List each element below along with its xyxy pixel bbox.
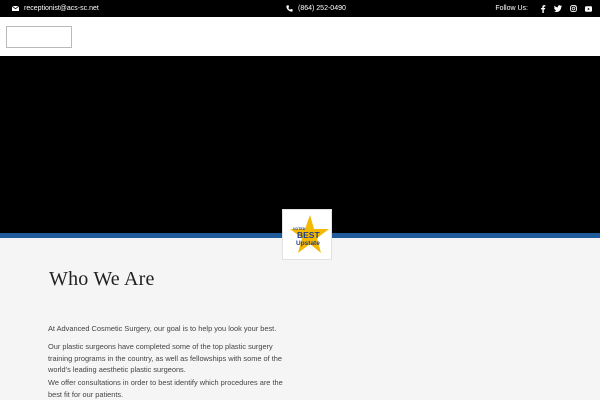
consultations-paragraph: We offer consultations in order to best … [48,378,283,399]
top-bar: receptionist@acs-sc.net (864) 252-0490 F… [0,0,600,17]
best-of-upstate-badge: VOTED BEST Upstate [282,209,332,260]
phone-link[interactable]: (864) 252-0490 [286,0,346,17]
intro-paragraph: At Advanced Cosmetic Surgery, our goal i… [48,324,277,333]
page-heading: Who We Are [49,268,155,290]
site-logo[interactable] [6,26,72,48]
social-links: Follow Us: [495,0,592,17]
surgeons-paragraph: Our plastic surgeons have completed some… [48,342,283,374]
envelope-icon [12,6,19,11]
email-text: receptionist@acs-sc.net [24,5,99,12]
twitter-icon[interactable] [554,5,562,12]
phone-icon [286,5,293,12]
badge-best-text: BEST [297,230,320,240]
instagram-icon[interactable] [570,5,577,12]
hero-video[interactable] [0,56,600,233]
email-link[interactable]: receptionist@acs-sc.net [12,0,99,17]
phone-text: (864) 252-0490 [298,5,346,12]
facebook-icon[interactable] [540,4,546,13]
follow-label: Follow Us: [495,5,528,12]
site-header [0,17,600,56]
badge-upstate-text: Upstate [296,240,320,247]
youtube-icon[interactable] [585,5,592,12]
